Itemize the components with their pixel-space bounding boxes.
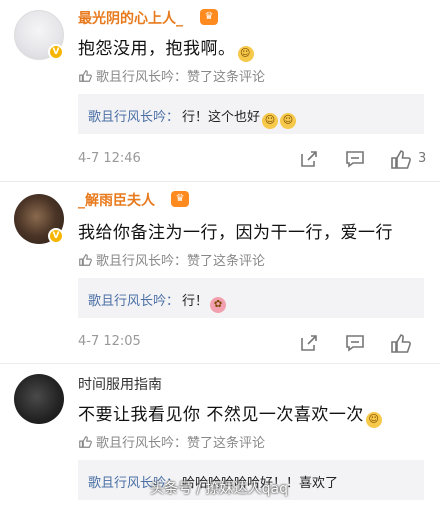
verified-badge-icon: V bbox=[48, 228, 64, 244]
comment-text: 不要让我看见你 不然见一次喜欢一次 ☺ bbox=[78, 400, 382, 428]
reply-text: 行！ ✿ bbox=[182, 290, 227, 313]
laugh-emoji-icon: ☺ bbox=[262, 113, 279, 129]
comment-username[interactable]: 时间服用指南 bbox=[78, 374, 162, 394]
like-count: 3 bbox=[418, 151, 427, 166]
share-icon[interactable] bbox=[298, 332, 320, 354]
medal-icon: ♛ bbox=[171, 191, 189, 207]
comment-username[interactable]: 最光阴的心上人_ bbox=[78, 8, 183, 28]
reply-text: 行！这个也好 ☺ ☺ bbox=[182, 106, 297, 129]
thumbs-up-icon bbox=[79, 70, 92, 82]
liked-by-author: 歌且行风长吟：赞了这条评论 bbox=[78, 66, 265, 85]
liked-by-author: 歌且行风长吟：赞了这条评论 bbox=[78, 432, 265, 451]
comment-username[interactable]: _解雨臣夫人 bbox=[78, 190, 155, 210]
comment-timestamp: 4-7 12:05 bbox=[78, 334, 141, 349]
smile-emoji-icon: ☺ bbox=[237, 46, 254, 62]
reply-box[interactable]: 歌且行风长吟： 行！这个也好 ☺ ☺ bbox=[78, 94, 424, 134]
reply-author[interactable]: 歌且行风长吟： bbox=[88, 106, 179, 125]
laugh-emoji-icon: ☺ bbox=[280, 113, 297, 129]
medal-icon: ♛ bbox=[200, 9, 218, 25]
liked-by-author: 歌且行风长吟：赞了这条评论 bbox=[78, 250, 265, 269]
thumbs-up-icon bbox=[79, 436, 92, 448]
cry-laugh-emoji-icon: ☺ bbox=[365, 412, 382, 428]
comment-timestamp: 4-7 12:46 bbox=[78, 151, 141, 166]
comment-item: V _解雨臣夫人 ♛ 我给你备注为一行，因为干一行，爱一行 歌且行风长吟：赞了这… bbox=[0, 182, 440, 364]
reply-box[interactable]: 歌且行风长吟： 行！ ✿ bbox=[78, 278, 424, 318]
comment-icon[interactable] bbox=[344, 148, 366, 170]
comment-text: 我给你备注为一行，因为干一行，爱一行 bbox=[78, 223, 393, 243]
share-icon[interactable] bbox=[298, 148, 320, 170]
watermark: 头条号 / 撩妹达人qaq bbox=[150, 481, 288, 497]
verified-badge-icon: V bbox=[48, 44, 64, 60]
thumbs-up-icon[interactable] bbox=[390, 148, 412, 170]
comment-item: V 最光阴的心上人_ ♛ 抱怨没用，抱我啊。 ☺ 歌且行风长吟：赞了这条评论 歌且… bbox=[0, 0, 440, 182]
reply-author[interactable]: 歌且行风长吟： bbox=[88, 290, 179, 309]
shy-emoji-icon: ✿ bbox=[210, 297, 227, 313]
avatar[interactable] bbox=[14, 374, 64, 424]
comment-icon[interactable] bbox=[344, 332, 366, 354]
thumbs-up-icon bbox=[79, 254, 92, 266]
comment-text: 抱怨没用，抱我啊。 ☺ bbox=[78, 34, 254, 62]
thumbs-up-icon[interactable] bbox=[390, 332, 412, 354]
